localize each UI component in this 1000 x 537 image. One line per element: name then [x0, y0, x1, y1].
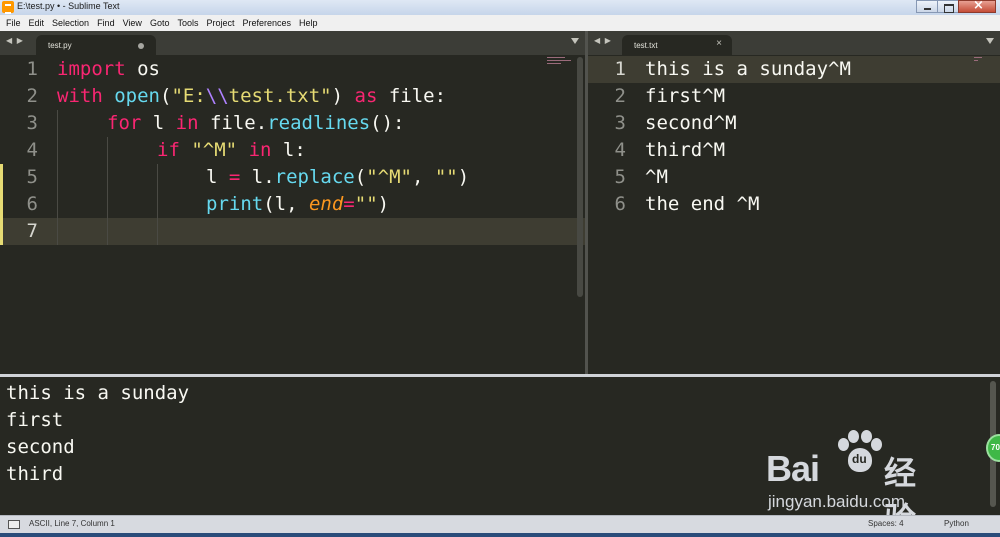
- line-number: 1: [614, 58, 626, 80]
- menu-tools[interactable]: Tools: [173, 18, 202, 28]
- status-position: ASCII, Line 7, Column 1: [29, 519, 115, 528]
- tab-dropdown-icon[interactable]: [571, 38, 579, 44]
- minimap[interactable]: [547, 57, 571, 69]
- maximize-button[interactable]: [937, 0, 959, 13]
- right-tab-bar: ◀ ▶ test.txt ×: [588, 31, 1000, 55]
- tab-label: test.txt: [634, 41, 658, 50]
- line-number: 4: [614, 139, 626, 161]
- close-button[interactable]: [958, 0, 996, 13]
- menu-goto[interactable]: Goto: [146, 18, 174, 28]
- title-bar: E:\test.py • - Sublime Text: [0, 0, 1000, 15]
- code-text: for l in file.readlines():: [107, 112, 405, 134]
- right-code-area[interactable]: 1 this is a sunday^M 2 first^M 3 second^…: [588, 56, 1000, 374]
- line-number: 2: [614, 85, 626, 107]
- code-text: third^M: [645, 139, 726, 161]
- code-line: 3 for l in file.readlines():: [0, 110, 585, 137]
- tab-test-txt[interactable]: test.txt ×: [622, 35, 732, 55]
- code-text: l = l.replace("^M", ""): [206, 166, 470, 188]
- output-line: second: [6, 436, 75, 458]
- right-editor-pane: ◀ ▶ test.txt × 1 this is a sunday^M 2 fi…: [588, 31, 1000, 374]
- code-line: 6 print(l, end=""): [0, 191, 585, 218]
- line-number: 6: [26, 193, 38, 215]
- code-text: first^M: [645, 85, 726, 107]
- line-number: 6: [614, 193, 626, 215]
- left-tab-bar: ◀ ▶ test.py: [0, 31, 585, 55]
- sublime-text-icon: [2, 1, 14, 14]
- line-number: 2: [26, 85, 38, 107]
- code-line: 4 if "^M" in l:: [0, 137, 585, 164]
- code-text: if "^M" in l:: [157, 139, 306, 161]
- menu-selection[interactable]: Selection: [48, 18, 93, 28]
- status-syntax[interactable]: Python: [944, 519, 969, 528]
- tab-test-py[interactable]: test.py: [36, 35, 156, 55]
- code-text: second^M: [645, 112, 737, 134]
- menu-find[interactable]: Find: [93, 18, 119, 28]
- code-line: 4 third^M: [588, 137, 1000, 164]
- code-line: 1 this is a sunday^M: [588, 56, 1000, 83]
- menu-view[interactable]: View: [119, 18, 146, 28]
- code-text: the end ^M: [645, 193, 760, 215]
- menu-file[interactable]: File: [2, 18, 25, 28]
- code-line: 7: [0, 218, 585, 245]
- code-text: import os: [57, 58, 160, 80]
- minimize-button[interactable]: [916, 0, 938, 13]
- line-number: 5: [614, 166, 626, 188]
- code-line: 2 first^M: [588, 83, 1000, 110]
- line-number: 1: [26, 58, 38, 80]
- menu-edit[interactable]: Edit: [25, 18, 49, 28]
- line-number: 3: [614, 112, 626, 134]
- status-bar: ASCII, Line 7, Column 1 Spaces: 4 Python: [0, 515, 1000, 533]
- minimap[interactable]: [974, 57, 984, 69]
- tab-close-icon[interactable]: ×: [716, 38, 722, 49]
- menu-project[interactable]: Project: [202, 18, 238, 28]
- tab-dropdown-icon[interactable]: [986, 38, 994, 44]
- watermark-brand: Bai经验: [766, 448, 916, 537]
- line-number: 3: [26, 112, 38, 134]
- code-line: 5 l = l.replace("^M", ""): [0, 164, 585, 191]
- code-line: 1 import os: [0, 56, 585, 83]
- tab-scroll-arrows[interactable]: ◀ ▶: [6, 36, 24, 45]
- vertical-scrollbar[interactable]: [577, 57, 583, 297]
- menu-bar: File Edit Selection Find View Goto Tools…: [0, 15, 1000, 31]
- status-indentation[interactable]: Spaces: 4: [868, 519, 904, 528]
- tab-label: test.py: [48, 41, 72, 50]
- output-line: first: [6, 409, 64, 431]
- baidu-paw-logo-icon: du: [836, 430, 884, 476]
- output-line: third: [6, 463, 64, 485]
- menu-preferences[interactable]: Preferences: [238, 18, 295, 28]
- code-line: 6 the end ^M: [588, 191, 1000, 218]
- menu-help[interactable]: Help: [295, 18, 322, 28]
- code-text: ^M: [645, 166, 668, 188]
- line-number: 5: [26, 166, 38, 188]
- code-text: this is a sunday^M: [645, 58, 851, 80]
- unsaved-dot-icon[interactable]: [138, 43, 144, 49]
- window-title: E:\test.py • - Sublime Text: [17, 1, 120, 11]
- code-line: 2 with open("E:\\test.txt") as file:: [0, 83, 585, 110]
- code-text: with open("E:\\test.txt") as file:: [57, 85, 447, 107]
- panel-toggle-icon[interactable]: [8, 520, 20, 529]
- line-number: 7: [26, 220, 38, 242]
- baidu-jingyan-watermark: du Bai经验 jingyan.baidu.com: [762, 430, 982, 537]
- code-text: print(l, end=""): [206, 193, 390, 215]
- left-editor-pane: ◀ ▶ test.py 1 import os 2 with open("E:\…: [0, 31, 585, 374]
- tab-scroll-arrows[interactable]: ◀ ▶: [594, 36, 612, 45]
- line-number: 4: [26, 139, 38, 161]
- left-code-area[interactable]: 1 import os 2 with open("E:\\test.txt") …: [0, 56, 585, 374]
- watermark-url: jingyan.baidu.com: [768, 492, 906, 511]
- window-controls: [916, 0, 996, 13]
- code-line: 5 ^M: [588, 164, 1000, 191]
- taskbar: [0, 533, 1000, 537]
- code-line: 3 second^M: [588, 110, 1000, 137]
- output-line: this is a sunday: [6, 382, 190, 404]
